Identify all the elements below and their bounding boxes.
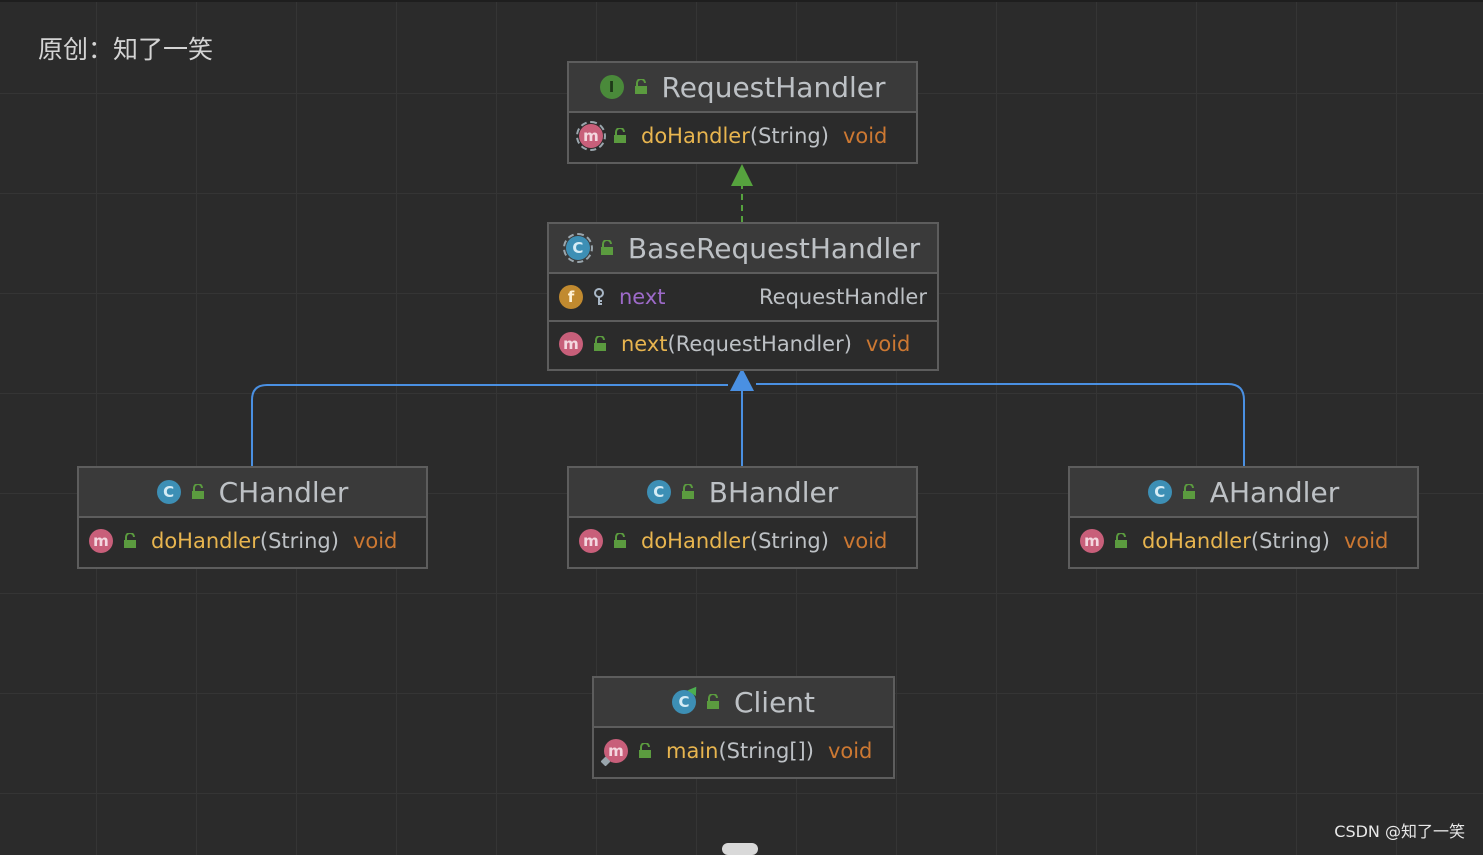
field-type: RequestHandler <box>759 285 927 309</box>
public-lock-icon <box>124 533 136 548</box>
method-return-type: void <box>1343 529 1389 553</box>
public-lock-icon <box>681 484 694 499</box>
interface-icon: I <box>599 75 624 99</box>
node-b-handler[interactable]: C BHandler m doHandler (String) void <box>567 466 918 569</box>
field-row: f next RequestHandler <box>549 274 937 320</box>
method-return-type: void <box>352 529 398 553</box>
method-name: doHandler <box>1142 529 1251 553</box>
class-icon: C <box>1147 480 1172 504</box>
class-name: RequestHandler <box>661 70 886 104</box>
node-header: I RequestHandler <box>569 63 916 113</box>
public-lock-icon <box>634 79 647 94</box>
class-name: AHandler <box>1209 475 1340 509</box>
public-lock-icon <box>706 694 719 709</box>
public-lock-icon <box>191 484 204 499</box>
static-method-icon: m <box>604 739 628 763</box>
public-lock-icon <box>600 240 613 255</box>
method-params: (String) <box>1250 529 1330 553</box>
extends-line-ahandler <box>756 383 1245 466</box>
method-row: m doHandler (String) void <box>569 113 916 159</box>
implements-arrowhead <box>731 164 753 186</box>
node-header: C CHandler <box>79 468 426 518</box>
method-params: (RequestHandler) <box>667 332 852 356</box>
method-return-type: void <box>842 124 888 148</box>
method-row: m next (RequestHandler) void <box>549 320 937 366</box>
method-row: m doHandler (String) void <box>569 518 916 564</box>
extends-arrowhead <box>730 368 754 391</box>
public-lock-icon <box>1182 484 1195 499</box>
node-base-request-handler[interactable]: C BaseRequestHandler f next RequestHandl… <box>547 222 939 371</box>
class-name: BaseRequestHandler <box>627 231 921 265</box>
public-lock-icon <box>614 533 626 548</box>
field-name: next <box>619 285 666 309</box>
csdn-credit: CSDN @知了一笑 <box>1334 822 1465 841</box>
node-header: C BaseRequestHandler <box>549 224 937 274</box>
node-header: C BHandler <box>569 468 916 518</box>
method-return-type: void <box>865 332 911 356</box>
node-header: C Client <box>594 678 893 728</box>
method-icon: m <box>89 529 113 553</box>
node-header: C AHandler <box>1070 468 1417 518</box>
field-icon: f <box>559 285 583 309</box>
method-params: (String) <box>749 124 829 148</box>
method-return-type: void <box>827 739 873 763</box>
extends-line-chandler <box>251 384 728 466</box>
private-key-icon <box>594 288 604 305</box>
method-params: (String) <box>259 529 339 553</box>
public-lock-icon <box>614 128 626 143</box>
class-name: Client <box>733 685 816 719</box>
method-params: (String) <box>749 529 829 553</box>
method-row: m doHandler (String) void <box>1070 518 1417 564</box>
method-name: doHandler <box>151 529 260 553</box>
abstract-class-icon: C <box>562 233 593 263</box>
method-return-type: void <box>842 529 888 553</box>
node-client[interactable]: C Client m main (String[]) void <box>592 676 895 779</box>
node-a-handler[interactable]: C AHandler m doHandler (String) void <box>1068 466 1419 569</box>
node-c-handler[interactable]: C CHandler m doHandler (String) void <box>77 466 428 569</box>
method-name: main <box>666 739 719 763</box>
class-name: BHandler <box>708 475 839 509</box>
scroll-handle[interactable] <box>722 843 758 855</box>
method-name: doHandler <box>641 124 750 148</box>
method-name: doHandler <box>641 529 750 553</box>
public-lock-icon <box>639 743 651 758</box>
class-name: CHandler <box>218 475 349 509</box>
runnable-class-icon: C <box>671 690 696 714</box>
method-icon: m <box>559 332 583 356</box>
method-params: (String[]) <box>718 739 814 763</box>
class-icon: C <box>156 480 181 504</box>
method-name: next <box>621 332 668 356</box>
public-lock-icon <box>1115 533 1127 548</box>
public-lock-icon <box>594 336 606 351</box>
node-request-handler[interactable]: I RequestHandler m doHandler (String) vo… <box>567 61 918 164</box>
method-icon: m <box>576 121 606 151</box>
class-icon: C <box>646 480 671 504</box>
method-icon: m <box>579 529 603 553</box>
method-icon: m <box>1080 529 1104 553</box>
method-row: m main (String[]) void <box>594 728 893 774</box>
method-row: m doHandler (String) void <box>79 518 426 564</box>
